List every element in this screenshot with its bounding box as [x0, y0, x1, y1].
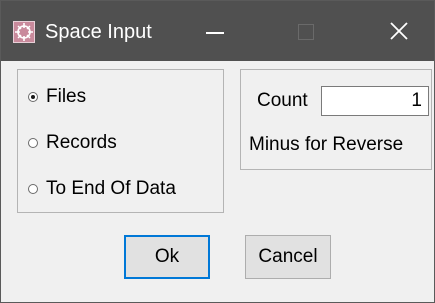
- count-input[interactable]: [321, 86, 429, 116]
- title-bar[interactable]: Space Input: [1, 1, 434, 61]
- reverse-hint-label: Minus for Reverse: [249, 134, 404, 155]
- cancel-button[interactable]: Cancel: [245, 235, 331, 279]
- count-group: Count Minus for Reverse: [240, 69, 432, 170]
- space-input-dialog: Space Input Files Records To End Of Data…: [0, 0, 435, 303]
- minimize-icon: [206, 32, 224, 34]
- close-button[interactable]: [377, 15, 421, 49]
- count-label: Count: [257, 90, 308, 111]
- radio-selected-indicator[interactable]: [28, 92, 38, 102]
- radio-records-label[interactable]: Records: [46, 130, 117, 156]
- window-title: Space Input: [45, 21, 152, 43]
- radio-indicator[interactable]: [28, 184, 38, 194]
- ok-button[interactable]: Ok: [124, 235, 210, 279]
- maximize-button[interactable]: [283, 15, 327, 49]
- maximize-icon: [298, 24, 314, 40]
- minimize-button[interactable]: [193, 15, 237, 49]
- radio-to-end-of-data-label[interactable]: To End Of Data: [46, 176, 176, 202]
- app-emblem-icon: [13, 21, 35, 43]
- close-icon: [390, 22, 408, 40]
- dialog-body: Files Records To End Of Data Count Minus…: [1, 61, 434, 302]
- radio-files-label[interactable]: Files: [46, 84, 86, 110]
- mode-group: Files Records To End Of Data: [17, 69, 224, 213]
- radio-indicator[interactable]: [28, 138, 38, 148]
